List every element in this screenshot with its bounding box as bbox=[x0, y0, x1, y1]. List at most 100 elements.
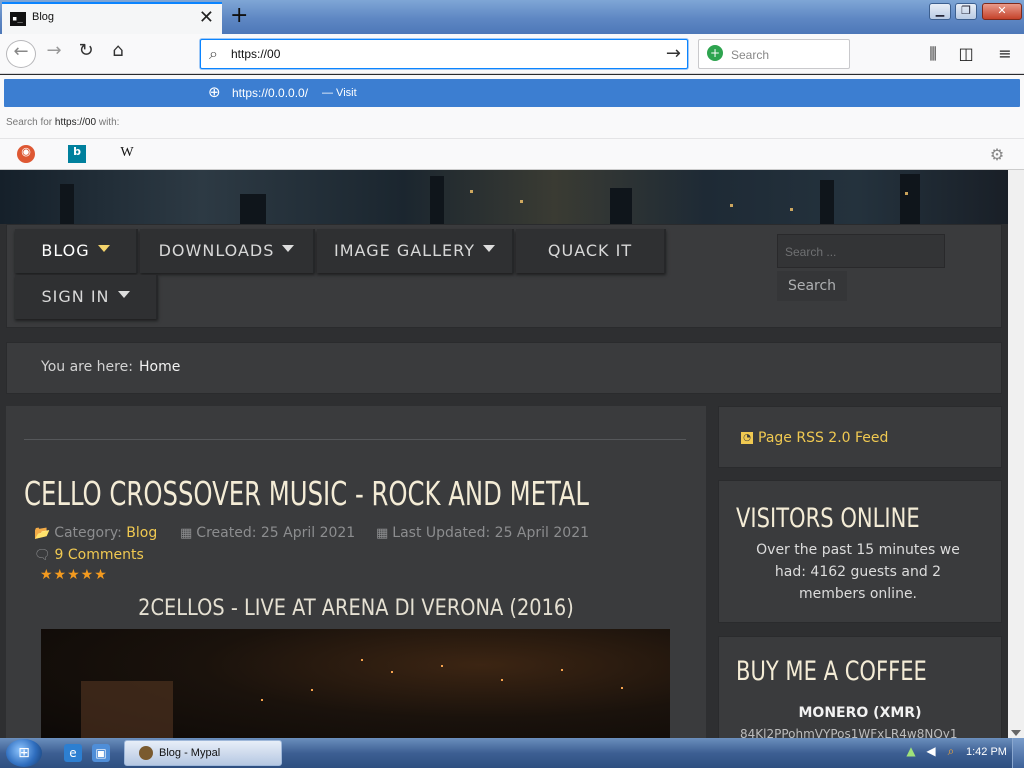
search-icon[interactable]: ⌕ bbox=[944, 744, 958, 760]
new-tab-button[interactable]: + bbox=[230, 2, 248, 30]
back-button[interactable]: ← bbox=[6, 40, 36, 68]
caret-down-icon bbox=[482, 245, 495, 252]
rating-stars[interactable]: ★★★★★ bbox=[40, 567, 108, 583]
search-with-label: Search for https://00 with: bbox=[6, 117, 119, 128]
article-category: 📂 Category: Blog bbox=[34, 525, 157, 541]
search-engine-icon[interactable]: + bbox=[707, 45, 723, 61]
rss-icon: ◔ bbox=[741, 432, 753, 444]
minimize-window-button[interactable]: ▁ bbox=[929, 3, 951, 20]
rss-module: ◔ Page RSS 2.0 Feed bbox=[718, 406, 1002, 468]
folder-icon: 📂 bbox=[34, 526, 51, 541]
restore-window-button[interactable]: ❐ bbox=[955, 3, 977, 20]
taskbar-item-label: Blog - Mypal bbox=[159, 747, 221, 759]
coffee-address: 84Kl2PPohmVYPos1WFxLR4w8NQy1 bbox=[740, 727, 958, 738]
visitors-module: VISITORS ONLINE Over the past 15 minutes… bbox=[718, 480, 1002, 623]
close-tab-icon[interactable]: ✕ bbox=[199, 8, 214, 28]
one-off-search-engines: ◉ b W ⚙ bbox=[0, 138, 1024, 169]
windows-logo-icon: ⊞ bbox=[18, 745, 30, 761]
browser-tab[interactable]: ▪_ Blog ✕ bbox=[2, 2, 222, 34]
wikipedia-icon[interactable]: W bbox=[118, 145, 136, 163]
globe-icon: ⊕ bbox=[208, 83, 221, 101]
article-created: ▦ Created: 25 April 2021 bbox=[180, 525, 355, 541]
site-search-placeholder: Search ... bbox=[785, 245, 837, 259]
menu-item-downloads[interactable]: DOWNLOADS bbox=[140, 229, 315, 273]
url-input[interactable]: https://00 bbox=[231, 47, 280, 61]
browser-search-box[interactable]: + Search bbox=[698, 39, 850, 69]
menu-item-label: SIGN IN bbox=[41, 287, 110, 306]
show-desktop-button[interactable] bbox=[1012, 738, 1024, 768]
close-window-button[interactable]: ✕ bbox=[982, 3, 1022, 20]
breadcrumb: You are here: Home bbox=[6, 342, 1002, 394]
menu-item-label: QUACK IT bbox=[547, 241, 633, 260]
duckduckgo-icon[interactable]: ◉ bbox=[17, 145, 35, 163]
comments-link[interactable]: 9 Comments bbox=[55, 547, 144, 563]
visitors-text: Over the past 15 minutes we had: 4162 gu… bbox=[756, 542, 960, 602]
search-icon: ⌕ bbox=[209, 44, 218, 63]
site-search-input[interactable]: Search ... bbox=[777, 234, 945, 268]
coffee-coin: MONERO (XMR) bbox=[798, 705, 922, 721]
page-content: BLOG DOWNLOADS IMAGE GALLERY QUACK IT SI… bbox=[0, 170, 1024, 738]
url-suggestions-dropdown: ⊕ https://0.0.0.0/ — Visit Search for ht… bbox=[0, 75, 1024, 170]
suggestion-action: — Visit bbox=[322, 87, 357, 99]
video-frame bbox=[81, 681, 173, 738]
article: CELLO CROSSOVER MUSIC - ROCK AND METAL 📂… bbox=[6, 406, 706, 738]
caret-down-icon bbox=[282, 245, 295, 252]
article-updated: ▦ Last Updated: 25 April 2021 bbox=[376, 525, 589, 541]
home-button[interactable]: ⌂ bbox=[104, 40, 132, 68]
divider bbox=[24, 439, 686, 440]
site-banner-image bbox=[0, 170, 1008, 224]
search-input[interactable]: Search bbox=[731, 48, 769, 62]
hamburger-menu-icon[interactable]: ≡ bbox=[994, 43, 1016, 65]
menu-item-label: BLOG bbox=[41, 241, 90, 260]
tab-title: Blog bbox=[32, 11, 55, 23]
reload-icon: ↻ bbox=[78, 40, 94, 61]
go-arrow-icon[interactable]: → bbox=[666, 43, 681, 64]
search-with-suffix: with: bbox=[98, 117, 120, 128]
site-search-button[interactable]: Search bbox=[777, 271, 847, 301]
gear-icon[interactable]: ⚙ bbox=[988, 145, 1006, 164]
category-label: Category: bbox=[54, 525, 122, 541]
site-navigation: BLOG DOWNLOADS IMAGE GALLERY QUACK IT SI… bbox=[6, 224, 1002, 328]
taskbar-item-browser[interactable]: Blog - Mypal bbox=[124, 740, 282, 766]
show-desktop-icon[interactable]: ▣ bbox=[92, 744, 110, 762]
page-scrollbar[interactable] bbox=[1008, 170, 1024, 738]
visitors-title: VISITORS ONLINE bbox=[736, 503, 920, 534]
library-icon[interactable]: ⫼ bbox=[922, 43, 944, 65]
clock[interactable]: 1:42 PM bbox=[966, 746, 1007, 758]
category-link[interactable]: Blog bbox=[126, 525, 157, 541]
article-title[interactable]: CELLO CROSSOVER MUSIC - ROCK AND METAL bbox=[24, 474, 589, 513]
sidebar-icon[interactable]: ◫ bbox=[955, 43, 977, 65]
created-date: Created: 25 April 2021 bbox=[196, 525, 356, 541]
bing-icon[interactable]: b bbox=[68, 145, 86, 163]
suggestion-url: https://0.0.0.0/ bbox=[232, 86, 309, 100]
search-with-query: https://00 bbox=[54, 117, 97, 128]
calendar-icon: ▦ bbox=[376, 526, 389, 541]
caret-down-icon bbox=[97, 245, 110, 252]
browser-app-icon bbox=[139, 746, 153, 760]
video-player[interactable] bbox=[41, 629, 670, 738]
network-icon[interactable]: ▲ bbox=[904, 744, 918, 760]
forward-button[interactable]: → bbox=[40, 40, 68, 68]
coffee-title: BUY ME A COFFEE bbox=[736, 656, 927, 687]
calendar-icon: ▦ bbox=[180, 526, 193, 541]
coffee-module: BUY ME A COFFEE MONERO (XMR) 84Kl2PPohmV… bbox=[718, 636, 1002, 738]
suggestion-row[interactable]: ⊕ https://0.0.0.0/ — Visit bbox=[4, 79, 1020, 107]
breadcrumb-home-link[interactable]: Home bbox=[139, 359, 180, 375]
menu-item-sign-in[interactable]: SIGN IN bbox=[15, 275, 158, 319]
search-with-prefix: Search for bbox=[6, 117, 53, 128]
menu-item-blog[interactable]: BLOG bbox=[15, 229, 138, 273]
menu-item-label: IMAGE GALLERY bbox=[334, 241, 475, 260]
scroll-down-arrow-icon[interactable] bbox=[1011, 730, 1021, 736]
menu-item-image-gallery[interactable]: IMAGE GALLERY bbox=[317, 229, 514, 273]
browser-navbar: ← → ↻ ⌂ ⌕ https://00 → + Search ⫼ ◫ ≡ bbox=[0, 34, 1024, 74]
caret-down-icon bbox=[117, 291, 130, 298]
start-button[interactable]: ⊞ bbox=[6, 739, 42, 767]
menu-item-quack-it[interactable]: QUACK IT bbox=[516, 229, 666, 273]
internet-explorer-icon[interactable]: e bbox=[64, 744, 82, 762]
reload-button[interactable]: ↻ bbox=[72, 40, 100, 68]
volume-icon[interactable]: ◀ bbox=[924, 744, 938, 760]
rss-link[interactable]: Page RSS 2.0 Feed bbox=[758, 430, 888, 446]
breadcrumb-lead: You are here: bbox=[41, 359, 133, 375]
url-bar[interactable]: ⌕ https://00 → bbox=[200, 39, 688, 69]
forward-arrow-icon: → bbox=[46, 40, 62, 61]
